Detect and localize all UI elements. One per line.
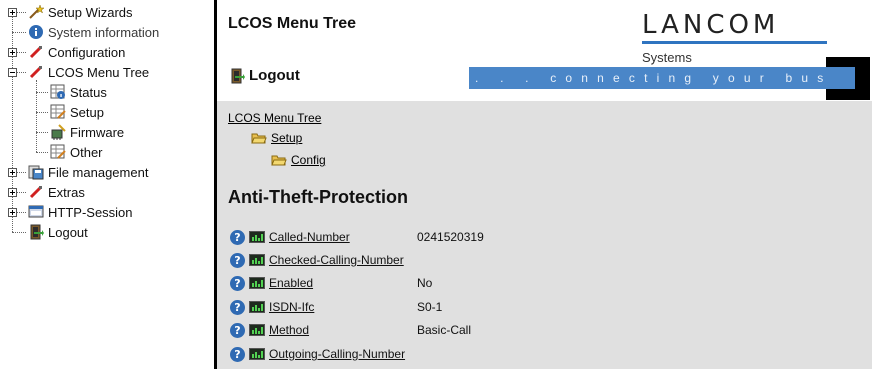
sidebar-item-http-session[interactable]: HTTP-Session <box>28 202 133 222</box>
config-icon <box>28 64 44 80</box>
main-content: LCOS Menu Tree LANCOM Systems Logout . .… <box>217 0 872 369</box>
sidebar-item-label: LCOS Menu Tree <box>48 64 150 80</box>
tree-line <box>36 132 48 133</box>
monitor-icon[interactable] <box>249 231 265 243</box>
logout-icon <box>229 68 245 84</box>
logout-label: Logout <box>249 67 300 84</box>
param-link[interactable]: Checked-Calling-Number <box>269 253 417 267</box>
config-icon <box>28 44 44 60</box>
param-row: ? Method Basic-Call <box>230 320 471 340</box>
info-icon <box>28 24 44 40</box>
tree-line <box>36 152 48 153</box>
param-row: ? Outgoing-Calling-Number <box>230 344 417 364</box>
expand-toggle-http-session[interactable] <box>8 208 17 217</box>
sidebar-item-label: Configuration <box>48 44 126 60</box>
param-link[interactable]: Enabled <box>269 276 417 290</box>
sidebar: Setup Wizards System information Configu… <box>0 0 214 369</box>
sidebar-item-logout[interactable]: Logout <box>28 222 88 242</box>
tree-line <box>12 232 26 233</box>
table-info-icon <box>50 84 66 100</box>
sidebar-item-label: Extras <box>48 184 85 200</box>
param-link[interactable]: ISDN-Ifc <box>269 300 417 314</box>
sidebar-item-label: HTTP-Session <box>48 204 133 220</box>
expand-toggle-extras[interactable] <box>8 188 17 197</box>
http-session-icon <box>28 204 44 220</box>
page-title: LCOS Menu Tree <box>228 15 357 32</box>
sidebar-item-label: System information <box>48 24 160 40</box>
param-value: 0241520319 <box>417 230 484 244</box>
lancom-logo: LANCOM Systems <box>642 10 827 65</box>
sidebar-item-extras[interactable]: Extras <box>28 182 85 202</box>
folder-open-icon <box>271 152 287 168</box>
help-icon[interactable]: ? <box>230 322 245 338</box>
monitor-icon[interactable] <box>249 348 265 360</box>
logout-link[interactable]: Logout <box>229 67 300 84</box>
param-row: ? Checked-Calling-Number <box>230 250 417 270</box>
param-link[interactable]: Called-Number <box>269 230 417 244</box>
banner-corner-fill <box>826 67 855 89</box>
expand-toggle-file-management[interactable] <box>8 168 17 177</box>
wand-icon <box>28 4 44 20</box>
param-row: ? Called-Number 0241520319 <box>230 227 484 247</box>
extras-icon <box>28 184 44 200</box>
breadcrumb-lcos-menu-tree[interactable]: LCOS Menu Tree <box>228 111 321 125</box>
folder-open-icon <box>251 130 267 146</box>
tree-line <box>12 12 13 232</box>
sidebar-item-file-management[interactable]: File management <box>28 162 148 182</box>
expand-toggle-configuration[interactable] <box>8 48 17 57</box>
sidebar-item-status[interactable]: Status <box>50 82 107 102</box>
sidebar-item-label: Setup <box>70 104 104 120</box>
sidebar-item-label: Status <box>70 84 107 100</box>
sidebar-item-lcos-menu-tree[interactable]: LCOS Menu Tree <box>28 62 149 82</box>
logo-text: LANCOM <box>642 10 780 40</box>
table-edit-icon <box>50 104 66 120</box>
monitor-icon[interactable] <box>249 254 265 266</box>
tree-line <box>36 92 48 93</box>
help-icon[interactable]: ? <box>230 275 245 291</box>
sidebar-item-label: Setup Wizards <box>48 4 133 20</box>
expand-toggle-setup-wizards[interactable] <box>8 8 17 17</box>
help-icon[interactable]: ? <box>230 229 245 245</box>
sidebar-item-label: File management <box>48 164 149 180</box>
header: LCOS Menu Tree LANCOM Systems Logout . .… <box>217 0 872 101</box>
sidebar-item-setup-wizards[interactable]: Setup Wizards <box>28 2 133 22</box>
sidebar-item-label: Logout <box>48 224 88 240</box>
collapse-toggle-lcos-menu-tree[interactable] <box>8 68 17 77</box>
param-link[interactable]: Method <box>269 323 417 337</box>
logout-icon <box>28 224 44 240</box>
tree-line <box>36 80 37 152</box>
logo-subtitle: Systems <box>642 50 692 65</box>
sidebar-item-firmware[interactable]: Firmware <box>50 122 124 142</box>
monitor-icon[interactable] <box>249 277 265 289</box>
param-row: ? Enabled No <box>230 273 432 293</box>
breadcrumb-config[interactable]: Config <box>271 152 326 168</box>
sidebar-item-configuration[interactable]: Configuration <box>28 42 125 62</box>
breadcrumb-setup[interactable]: Setup <box>251 130 302 146</box>
logo-underline <box>642 41 827 44</box>
breadcrumb-label: Setup <box>271 131 303 145</box>
param-value: No <box>417 276 433 290</box>
file-management-icon <box>28 164 44 180</box>
table-edit-icon <box>50 144 66 160</box>
sidebar-item-other[interactable]: Other <box>50 142 103 162</box>
firmware-icon <box>50 124 66 140</box>
help-icon[interactable]: ? <box>230 346 245 362</box>
tree-line <box>12 32 26 33</box>
sidebar-item-setup[interactable]: Setup <box>50 102 104 122</box>
monitor-icon[interactable] <box>249 324 265 336</box>
tree-line <box>36 112 48 113</box>
section-title: Anti-Theft-Protection <box>228 187 408 207</box>
help-icon[interactable]: ? <box>230 299 245 315</box>
sidebar-item-system-information[interactable]: System information <box>28 22 159 42</box>
tagline-banner: . . . connecting your business <box>469 67 826 89</box>
help-icon[interactable]: ? <box>230 252 245 268</box>
monitor-icon[interactable] <box>249 301 265 313</box>
sidebar-item-label: Firmware <box>70 124 125 140</box>
sidebar-item-label: Other <box>70 144 103 160</box>
param-row: ? ISDN-Ifc S0-1 <box>230 297 442 317</box>
param-value: S0-1 <box>417 300 443 314</box>
param-value: Basic-Call <box>417 323 472 337</box>
param-link[interactable]: Outgoing-Calling-Number <box>269 347 417 361</box>
breadcrumb-label: Config <box>291 153 326 167</box>
